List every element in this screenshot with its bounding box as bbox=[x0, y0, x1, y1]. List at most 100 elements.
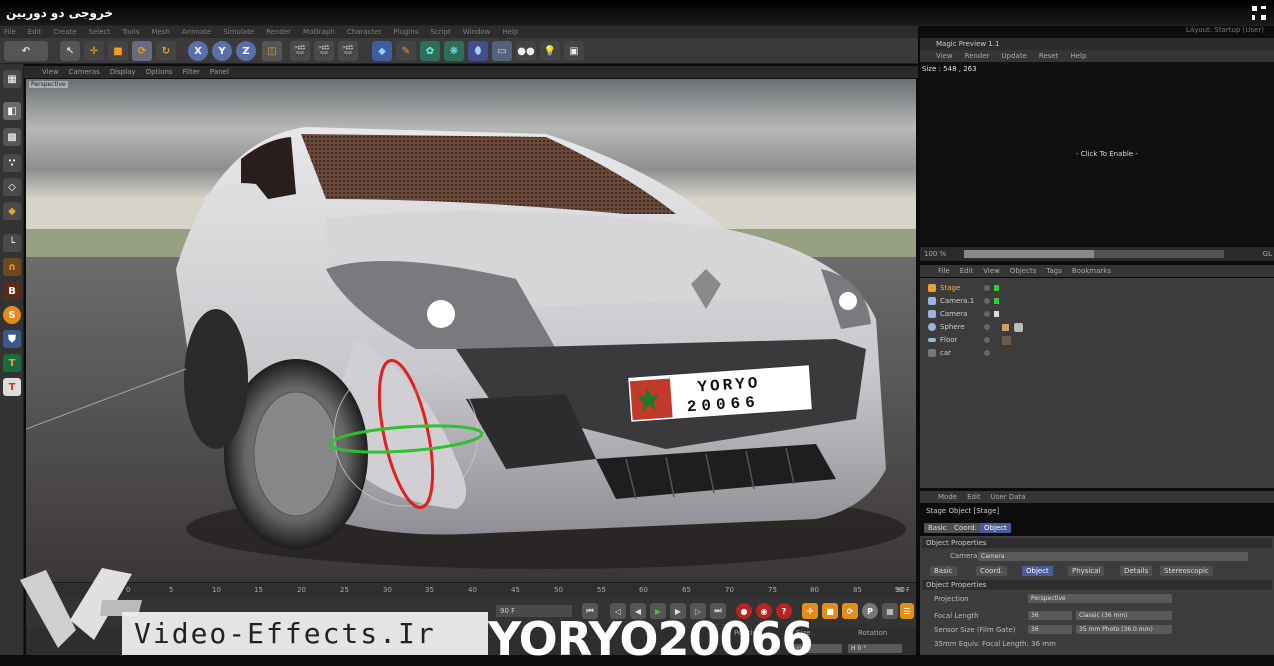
pla-track-icon[interactable]: ▦ bbox=[882, 603, 898, 619]
light-icon[interactable]: 💡 bbox=[540, 41, 560, 61]
undo-icon[interactable]: ↶ bbox=[4, 41, 48, 61]
cube-icon[interactable]: ◆ bbox=[372, 41, 392, 61]
viewport-menu-cameras[interactable]: Cameras bbox=[69, 68, 100, 76]
projection-select[interactable]: Perspective bbox=[1028, 594, 1172, 603]
menu-plugins[interactable]: Plugins bbox=[393, 28, 418, 36]
render-settings-icon[interactable]: 🎬 bbox=[338, 41, 358, 61]
camera-tab-physical[interactable]: Physical bbox=[1068, 566, 1105, 576]
preview-menu-update[interactable]: Update bbox=[1002, 52, 1027, 60]
visibility-dot[interactable] bbox=[984, 337, 990, 343]
parameter-track-icon[interactable]: P bbox=[862, 603, 878, 619]
workplane-icon[interactable]: ⛊ bbox=[3, 330, 21, 348]
visibility-dot[interactable] bbox=[984, 311, 990, 317]
object-row-sphere[interactable]: Sphere bbox=[928, 321, 1268, 333]
objects-menu-objects[interactable]: Objects bbox=[1010, 267, 1036, 275]
text-tool-icon[interactable]: T bbox=[3, 354, 21, 372]
attr-menu-mode[interactable]: Mode bbox=[938, 493, 957, 501]
rotate-icon[interactable]: ⟳ bbox=[132, 41, 152, 61]
magnet-icon[interactable]: ∩ bbox=[3, 258, 21, 276]
model-mode-icon[interactable]: ◧ bbox=[3, 102, 21, 120]
points-mode-icon[interactable]: ∵ bbox=[3, 154, 21, 172]
edges-mode-icon[interactable]: ◇ bbox=[3, 178, 21, 196]
camera-tab-coord[interactable]: Coord. bbox=[976, 566, 1007, 576]
array-icon[interactable]: ❋ bbox=[444, 41, 464, 61]
texture-mode-icon[interactable]: ▩ bbox=[3, 128, 21, 146]
render-view-icon[interactable]: 🎬 bbox=[290, 41, 310, 61]
focal-length-field[interactable]: 36 bbox=[1028, 611, 1072, 620]
menu-animate[interactable]: Animate bbox=[182, 28, 211, 36]
camera-tab-stereoscopic[interactable]: Stereoscopic bbox=[1160, 566, 1213, 576]
sensor-size-field[interactable]: 36 bbox=[1028, 625, 1072, 634]
tab-object[interactable]: Object bbox=[980, 523, 1011, 533]
preview-menu-help[interactable]: Help bbox=[1070, 52, 1086, 60]
menu-select[interactable]: Select bbox=[89, 28, 111, 36]
focal-length-preset[interactable]: Classic (36 mm) bbox=[1076, 611, 1172, 620]
select-arrow-icon[interactable]: ↖ bbox=[60, 41, 80, 61]
camera-link-field[interactable]: Camera bbox=[978, 552, 1248, 561]
scale-track-icon[interactable]: ■ bbox=[822, 603, 838, 619]
menu-render[interactable]: Render bbox=[266, 28, 291, 36]
snap-icon[interactable]: S bbox=[3, 306, 21, 324]
visibility-dot[interactable] bbox=[984, 285, 990, 291]
menu-simulate[interactable]: Simulate bbox=[223, 28, 254, 36]
object-row-camera1[interactable]: Camera.1 bbox=[928, 295, 1268, 307]
objects-menu-edit[interactable]: Edit bbox=[960, 267, 974, 275]
attr-menu-userdata[interactable]: User Data bbox=[991, 493, 1026, 501]
object-row-car[interactable]: car bbox=[928, 347, 1268, 359]
menu-mograph[interactable]: MoGraph bbox=[303, 28, 335, 36]
visibility-dot[interactable] bbox=[984, 298, 990, 304]
timeline-menu-icon[interactable]: ☰ bbox=[900, 603, 914, 619]
scale-icon[interactable]: ■ bbox=[108, 41, 128, 61]
camera-icon[interactable]: ●● bbox=[516, 41, 536, 61]
fullscreen-icon[interactable] bbox=[1252, 6, 1266, 20]
axis-mode-icon[interactable]: └ bbox=[3, 234, 21, 252]
rotation-track-icon[interactable]: ⟳ bbox=[842, 603, 858, 619]
object-row-camera[interactable]: Camera bbox=[928, 308, 1268, 320]
polygons-mode-icon[interactable]: ◆ bbox=[3, 202, 21, 220]
objects-menu-tags[interactable]: Tags bbox=[1046, 267, 1062, 275]
deformer-icon[interactable]: ⬮ bbox=[468, 41, 488, 61]
preview-menu-view[interactable]: View bbox=[936, 52, 953, 60]
layout-selector[interactable]: Layout: Startup (User) bbox=[1186, 26, 1264, 34]
subdivision-icon[interactable]: ✿ bbox=[420, 41, 440, 61]
render-picture-viewer-icon[interactable]: 🎬 bbox=[314, 41, 334, 61]
menu-character[interactable]: Character bbox=[347, 28, 382, 36]
check-icon[interactable] bbox=[994, 298, 999, 304]
sensor-size-preset[interactable]: 35 mm Photo (36.0 mm) bbox=[1076, 625, 1172, 634]
preview-slider[interactable]: 100 % GL bbox=[920, 247, 1274, 261]
click-to-enable[interactable]: - Click To Enable - bbox=[1076, 150, 1138, 158]
preview-menu-render[interactable]: Render bbox=[965, 52, 990, 60]
objects-menu-view[interactable]: View bbox=[983, 267, 1000, 275]
object-row-floor[interactable]: Floor bbox=[928, 334, 1268, 346]
sculpt-icon[interactable]: B bbox=[3, 282, 21, 300]
viewport-menu-filter[interactable]: Filter bbox=[183, 68, 200, 76]
x-axis-icon[interactable]: X bbox=[188, 41, 208, 61]
menu-mesh[interactable]: Mesh bbox=[151, 28, 169, 36]
timeline-ruler[interactable]: 0 5 10 15 20 25 30 35 40 45 50 55 60 65 70 75 80 85 90 90 … bbox=[26, 582, 916, 598]
texture-tag-icon[interactable] bbox=[1014, 322, 1023, 332]
viewport-menu-options[interactable]: Options bbox=[146, 68, 173, 76]
material-tag-icon[interactable] bbox=[1002, 323, 1009, 331]
tab-coord[interactable]: Coord. bbox=[950, 523, 981, 533]
menu-script[interactable]: Script bbox=[430, 28, 450, 36]
move-icon[interactable]: ✛ bbox=[84, 41, 104, 61]
viewport-menu-view[interactable]: View bbox=[42, 68, 59, 76]
preview-menu-reset[interactable]: Reset bbox=[1039, 52, 1059, 60]
check-icon[interactable] bbox=[994, 285, 999, 291]
3d-viewport[interactable]: YORYO 20066 bbox=[26, 79, 916, 582]
tweak-icon[interactable]: T bbox=[3, 378, 21, 396]
attr-menu-edit[interactable]: Edit bbox=[967, 493, 981, 501]
recent-tool-icon[interactable]: ↻ bbox=[156, 41, 176, 61]
coord-rotation-h[interactable]: H 0 ° bbox=[848, 644, 902, 653]
spline-pen-icon[interactable]: ✎ bbox=[396, 41, 416, 61]
view-icon[interactable]: ▣ bbox=[564, 41, 584, 61]
camera-tab-details[interactable]: Details bbox=[1120, 566, 1153, 576]
viewport-menu-panel[interactable]: Panel bbox=[210, 68, 229, 76]
coordinate-system-icon[interactable]: ◫ bbox=[262, 41, 282, 61]
menu-file[interactable]: File bbox=[4, 28, 16, 36]
tab-basic[interactable]: Basic bbox=[924, 523, 951, 533]
camera-tag-icon[interactable] bbox=[994, 311, 999, 317]
y-axis-icon[interactable]: Y bbox=[212, 41, 232, 61]
menu-help[interactable]: Help bbox=[502, 28, 518, 36]
objects-menu-bookmarks[interactable]: Bookmarks bbox=[1072, 267, 1111, 275]
